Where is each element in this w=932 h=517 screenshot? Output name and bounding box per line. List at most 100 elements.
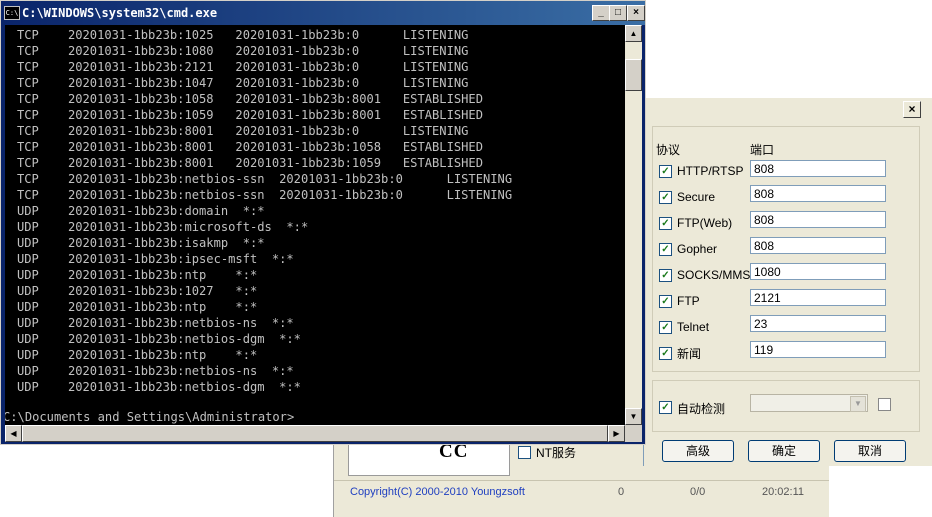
size-grip[interactable]	[625, 425, 642, 442]
status-cell: 20:02:11	[762, 486, 805, 498]
console-line: UDP 20201031-1bb23b:netbios-ns *:*	[17, 364, 294, 378]
close-icon: ×	[908, 102, 916, 116]
console-line: TCP 20201031-1bb23b:1058 20201031-1bb23b…	[17, 92, 483, 106]
console-line: UDP 20201031-1bb23b:netbios-dgm *:*	[17, 332, 301, 346]
copyright-link[interactable]: Copyright(C) 2000-2010 Youngzsoft	[350, 486, 525, 498]
label-news: 新闻	[677, 347, 702, 361]
vertical-scrollbar[interactable]: ▲ ▼	[625, 25, 642, 425]
checkmark-icon: ✓	[661, 270, 670, 281]
console-line: TCP 20201031-1bb23b:8001 20201031-1bb23b…	[17, 156, 483, 170]
label-secure: Secure	[677, 190, 716, 204]
checkmark-icon: ✓	[661, 218, 670, 229]
port-input-ftp-web[interactable]: 808	[750, 211, 886, 228]
horizontal-scroll-thumb[interactable]	[22, 425, 608, 442]
checkmark-icon: ✓	[661, 348, 670, 359]
nt-service-checkbox[interactable]	[518, 446, 531, 459]
label-ftp: FTP	[677, 294, 700, 308]
port-input-http-rtsp[interactable]: 808	[750, 160, 886, 177]
check-ftp-web[interactable]: ✓	[659, 217, 672, 230]
check-secure[interactable]: ✓	[659, 191, 672, 204]
console-lines: TCP 20201031-1bb23b:1025 20201031-1bb23b…	[17, 27, 512, 395]
ok-button[interactable]: 确定	[748, 440, 820, 462]
console-line: TCP 20201031-1bb23b:netbios-ssn 20201031…	[17, 172, 513, 186]
checkmark-icon: ✓	[661, 402, 670, 413]
console-line: UDP 20201031-1bb23b:netbios-dgm *:*	[17, 380, 301, 394]
console-line: UDP 20201031-1bb23b:ntp *:*	[17, 348, 258, 362]
checkmark-icon: ✓	[661, 322, 670, 333]
port-input-ftp[interactable]: 2121	[750, 289, 886, 306]
status-cell: 0	[618, 486, 625, 498]
cmd-window: C:\ C:\WINDOWS\system32\cmd.exe _ □ × TC…	[0, 0, 646, 445]
console-line: TCP 20201031-1bb23b:1059 20201031-1bb23b…	[17, 108, 483, 122]
minimize-button[interactable]: _	[592, 5, 610, 21]
extra-checkbox[interactable]	[878, 398, 891, 411]
console-line: UDP 20201031-1bb23b:domain *:*	[17, 204, 265, 218]
protocol-header: 协议	[656, 143, 681, 157]
check-http-rtsp[interactable]: ✓	[659, 165, 672, 178]
label-http-rtsp: HTTP/RTSP	[677, 164, 744, 178]
label-telnet: Telnet	[677, 320, 710, 334]
port-input-secure[interactable]: 808	[750, 185, 886, 202]
scroll-down-button[interactable]: ▼	[625, 408, 642, 425]
console-line: TCP 20201031-1bb23b:2121 20201031-1bb23b…	[17, 60, 469, 74]
command-prompt[interactable]: C:\Documents and Settings\Administrator>	[5, 410, 294, 424]
close-button[interactable]: ×	[627, 5, 645, 21]
label-ftp-web: FTP(Web)	[677, 216, 733, 230]
checkmark-icon: ✓	[661, 166, 670, 177]
status-cell: 0/0	[690, 486, 706, 498]
horizontal-scrollbar[interactable]: ◀ ▶	[5, 425, 625, 442]
checkmark-icon: ✓	[661, 244, 670, 255]
nt-service-label: NT服务	[536, 446, 576, 460]
check-gopher[interactable]: ✓	[659, 243, 672, 256]
chevron-down-icon[interactable]: ▼	[850, 396, 866, 412]
console-line: UDP 20201031-1bb23b:ntp *:*	[17, 268, 258, 282]
console-line: TCP 20201031-1bb23b:1080 20201031-1bb23b…	[17, 44, 469, 58]
console-line: UDP 20201031-1bb23b:netbios-ns *:*	[17, 316, 294, 330]
console-line: UDP 20201031-1bb23b:isakmp *:*	[17, 236, 265, 250]
cancel-button[interactable]: 取消	[834, 440, 906, 462]
checkmark-icon: ✓	[661, 192, 670, 203]
close-icon: ×	[633, 7, 639, 18]
port-header: 端口	[750, 143, 775, 157]
window-title: C:\WINDOWS\system32\cmd.exe	[22, 6, 218, 20]
minimize-icon: _	[598, 7, 604, 18]
check-telnet[interactable]: ✓	[659, 321, 672, 334]
close-button[interactable]: ×	[903, 101, 921, 118]
chevron-right-icon: ▶	[613, 429, 620, 438]
chevron-up-icon: ▲	[629, 29, 638, 38]
console-output[interactable]: TCP 20201031-1bb23b:1025 20201031-1bb23b…	[5, 25, 625, 425]
maximize-button[interactable]: □	[609, 5, 627, 21]
chevron-down-icon: ▼	[629, 412, 638, 421]
label-gopher: Gopher	[677, 242, 718, 256]
checkmark-icon: ✓	[661, 296, 670, 307]
port-input-socks-mms[interactable]: 1080	[750, 263, 886, 280]
maximize-icon: □	[614, 7, 622, 18]
check-auto-detect[interactable]: ✓	[659, 401, 672, 414]
cmd-titlebar[interactable]: C:\ C:\WINDOWS\system32\cmd.exe _ □ ×	[1, 1, 645, 25]
cmd-icon[interactable]: C:\	[4, 6, 20, 20]
scroll-left-button[interactable]: ◀	[5, 425, 22, 442]
check-socks-mms[interactable]: ✓	[659, 269, 672, 282]
address-combo[interactable]: ▼	[750, 394, 868, 412]
console-line: UDP 20201031-1bb23b:ntp *:*	[17, 300, 258, 314]
console-line: TCP 20201031-1bb23b:8001 20201031-1bb23b…	[17, 140, 483, 154]
console-line: TCP 20201031-1bb23b:netbios-ssn 20201031…	[17, 188, 513, 202]
chevron-left-icon: ◀	[10, 429, 17, 438]
port-input-telnet[interactable]: 23	[750, 315, 886, 332]
label-auto-detect: 自动检测	[677, 402, 726, 416]
check-news[interactable]: ✓	[659, 347, 672, 360]
check-ftp[interactable]: ✓	[659, 295, 672, 308]
port-input-news[interactable]: 119	[750, 341, 886, 358]
console-line: TCP 20201031-1bb23b:8001 20201031-1bb23b…	[17, 124, 469, 138]
vertical-scroll-thumb[interactable]	[625, 59, 642, 91]
console-line: TCP 20201031-1bb23b:1025 20201031-1bb23b…	[17, 28, 469, 42]
scroll-up-button[interactable]: ▲	[625, 25, 642, 42]
console-line: UDP 20201031-1bb23b:ipsec-msft *:*	[17, 252, 294, 266]
scroll-right-button[interactable]: ▶	[608, 425, 625, 442]
console-line: UDP 20201031-1bb23b:1027 *:*	[17, 284, 258, 298]
advanced-button[interactable]: 高级	[662, 440, 734, 462]
port-input-gopher[interactable]: 808	[750, 237, 886, 254]
console-line: TCP 20201031-1bb23b:1047 20201031-1bb23b…	[17, 76, 469, 90]
port-settings-dialog: × 协议 端口 ✓ HTTP/RTSP 808 ✓ Secure 808 ✓ F…	[643, 98, 932, 466]
banner-box: CC	[348, 441, 510, 476]
